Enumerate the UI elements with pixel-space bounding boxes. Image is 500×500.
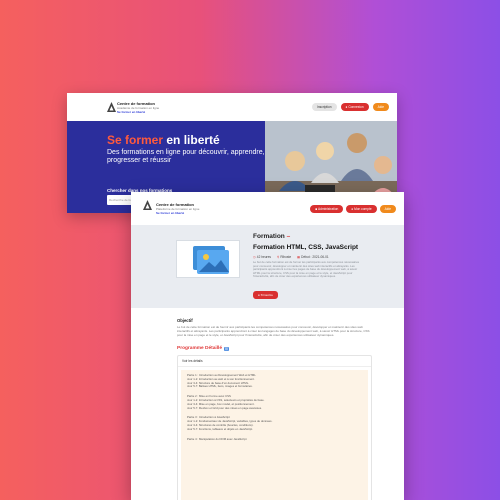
hero-title: Se former en liberté [107,133,220,147]
help-button[interactable]: Aide [379,204,396,213]
programme-details: Voir les détails Partie 1 : Introduction… [177,355,372,500]
start-date: ▦Début : 2021-06-01 [297,255,328,259]
account-label: Mon compte [354,206,372,211]
hero-subtitle: Des formations en ligne pour découvrir, … [107,149,265,164]
part-title: Partie 4 : Manipulation du DOM avec Java… [187,436,247,441]
duration: ◷42 heures [253,255,271,259]
login-button[interactable]: ● Connexion [340,103,369,111]
brand: Centre de formation Académie de formatio… [117,101,159,114]
logo-icon[interactable] [107,102,116,112]
objective-text: Le but de cette formation est de fournir… [177,325,370,337]
brand-tagline: Se former en liberté [156,211,185,215]
course-description: Le but de cette formation est de former … [253,260,360,279]
objective-title: Objectif [177,318,193,323]
expand-icon[interactable]: ☷ [224,346,229,351]
site-header: Centre de formation Plateforme de format… [131,192,404,225]
part-line: Jour 5-7: Flexbox et Grid pour des mises… [187,405,262,410]
enroll-label: S'inscrire [260,293,273,297]
hero-title-rest: en liberté [163,133,220,147]
kicker-dash: – [286,233,291,240]
course-page-window: Centre de formation Plateforme de format… [131,192,404,500]
location: ⚲Rihoste [277,255,291,259]
admin-label: Administration [318,206,339,211]
course-kicker-label: Formation [253,233,285,240]
course-content: Objectif Le but de cette formation est d… [177,318,372,500]
login-label: Connexion [348,105,364,109]
course-image [176,240,240,278]
account-button[interactable]: ● Mon compte [346,204,377,213]
calendar-icon: ▦ [297,255,301,259]
part-line: Jour 5-7: Fonctions, tableaux et objets … [187,426,253,431]
brand-tagline: Se former en liberté [117,109,146,114]
programme-part: Partie 1 : Introduction au Développement… [187,373,362,389]
programme-part: Partie 4 : Manipulation du DOM avec Java… [187,436,362,442]
location-text: Rihoste [280,255,292,259]
duration-text: 42 heures [256,255,271,259]
details-toggle[interactable]: Voir les détails [178,356,371,367]
course-header: Formation – Formation HTML, CSS, JavaScr… [131,225,404,308]
enroll-button[interactable]: ● S'inscrire [253,291,278,299]
programme-title-label: Programme Détaillé [177,346,223,351]
brand: Centre de formation Plateforme de format… [156,202,199,215]
help-button[interactable]: Aide [372,103,389,111]
programme-title: Programme Détaillé ☷ [177,346,372,351]
logo-icon[interactable] [143,200,152,210]
signup-button[interactable]: Inscription [312,103,337,111]
header-actions: ■ Administration ● Mon compte Aide [310,204,396,213]
admin-button[interactable]: ■ Administration [310,204,344,213]
start-date-text: Début : 2021-06-01 [301,255,329,259]
programme-part: Partie 2 : Mise en Forme avec CSS Jour 1… [187,394,362,410]
course-title: Formation HTML, CSS, JavaScript [253,244,359,251]
part-line: Jour 5-7: Balises HTML, liens, images et… [187,384,253,389]
course-kicker: Formation – [253,233,290,240]
programme-body: Partie 1 : Introduction au Développement… [181,370,368,500]
hero-title-accent: Se former [107,133,164,147]
course-meta: ◷42 heures ⚲Rihoste ▦Début : 2021-06-01 [253,255,329,259]
header-actions: Inscription ● Connexion Aide [312,103,389,111]
site-header: Centre de formation Académie de formatio… [67,93,397,121]
clock-icon: ◷ [253,255,256,259]
programme-part: Partie 3 : Introduction à JavaScript Jou… [187,416,362,431]
location-icon: ⚲ [276,255,280,259]
